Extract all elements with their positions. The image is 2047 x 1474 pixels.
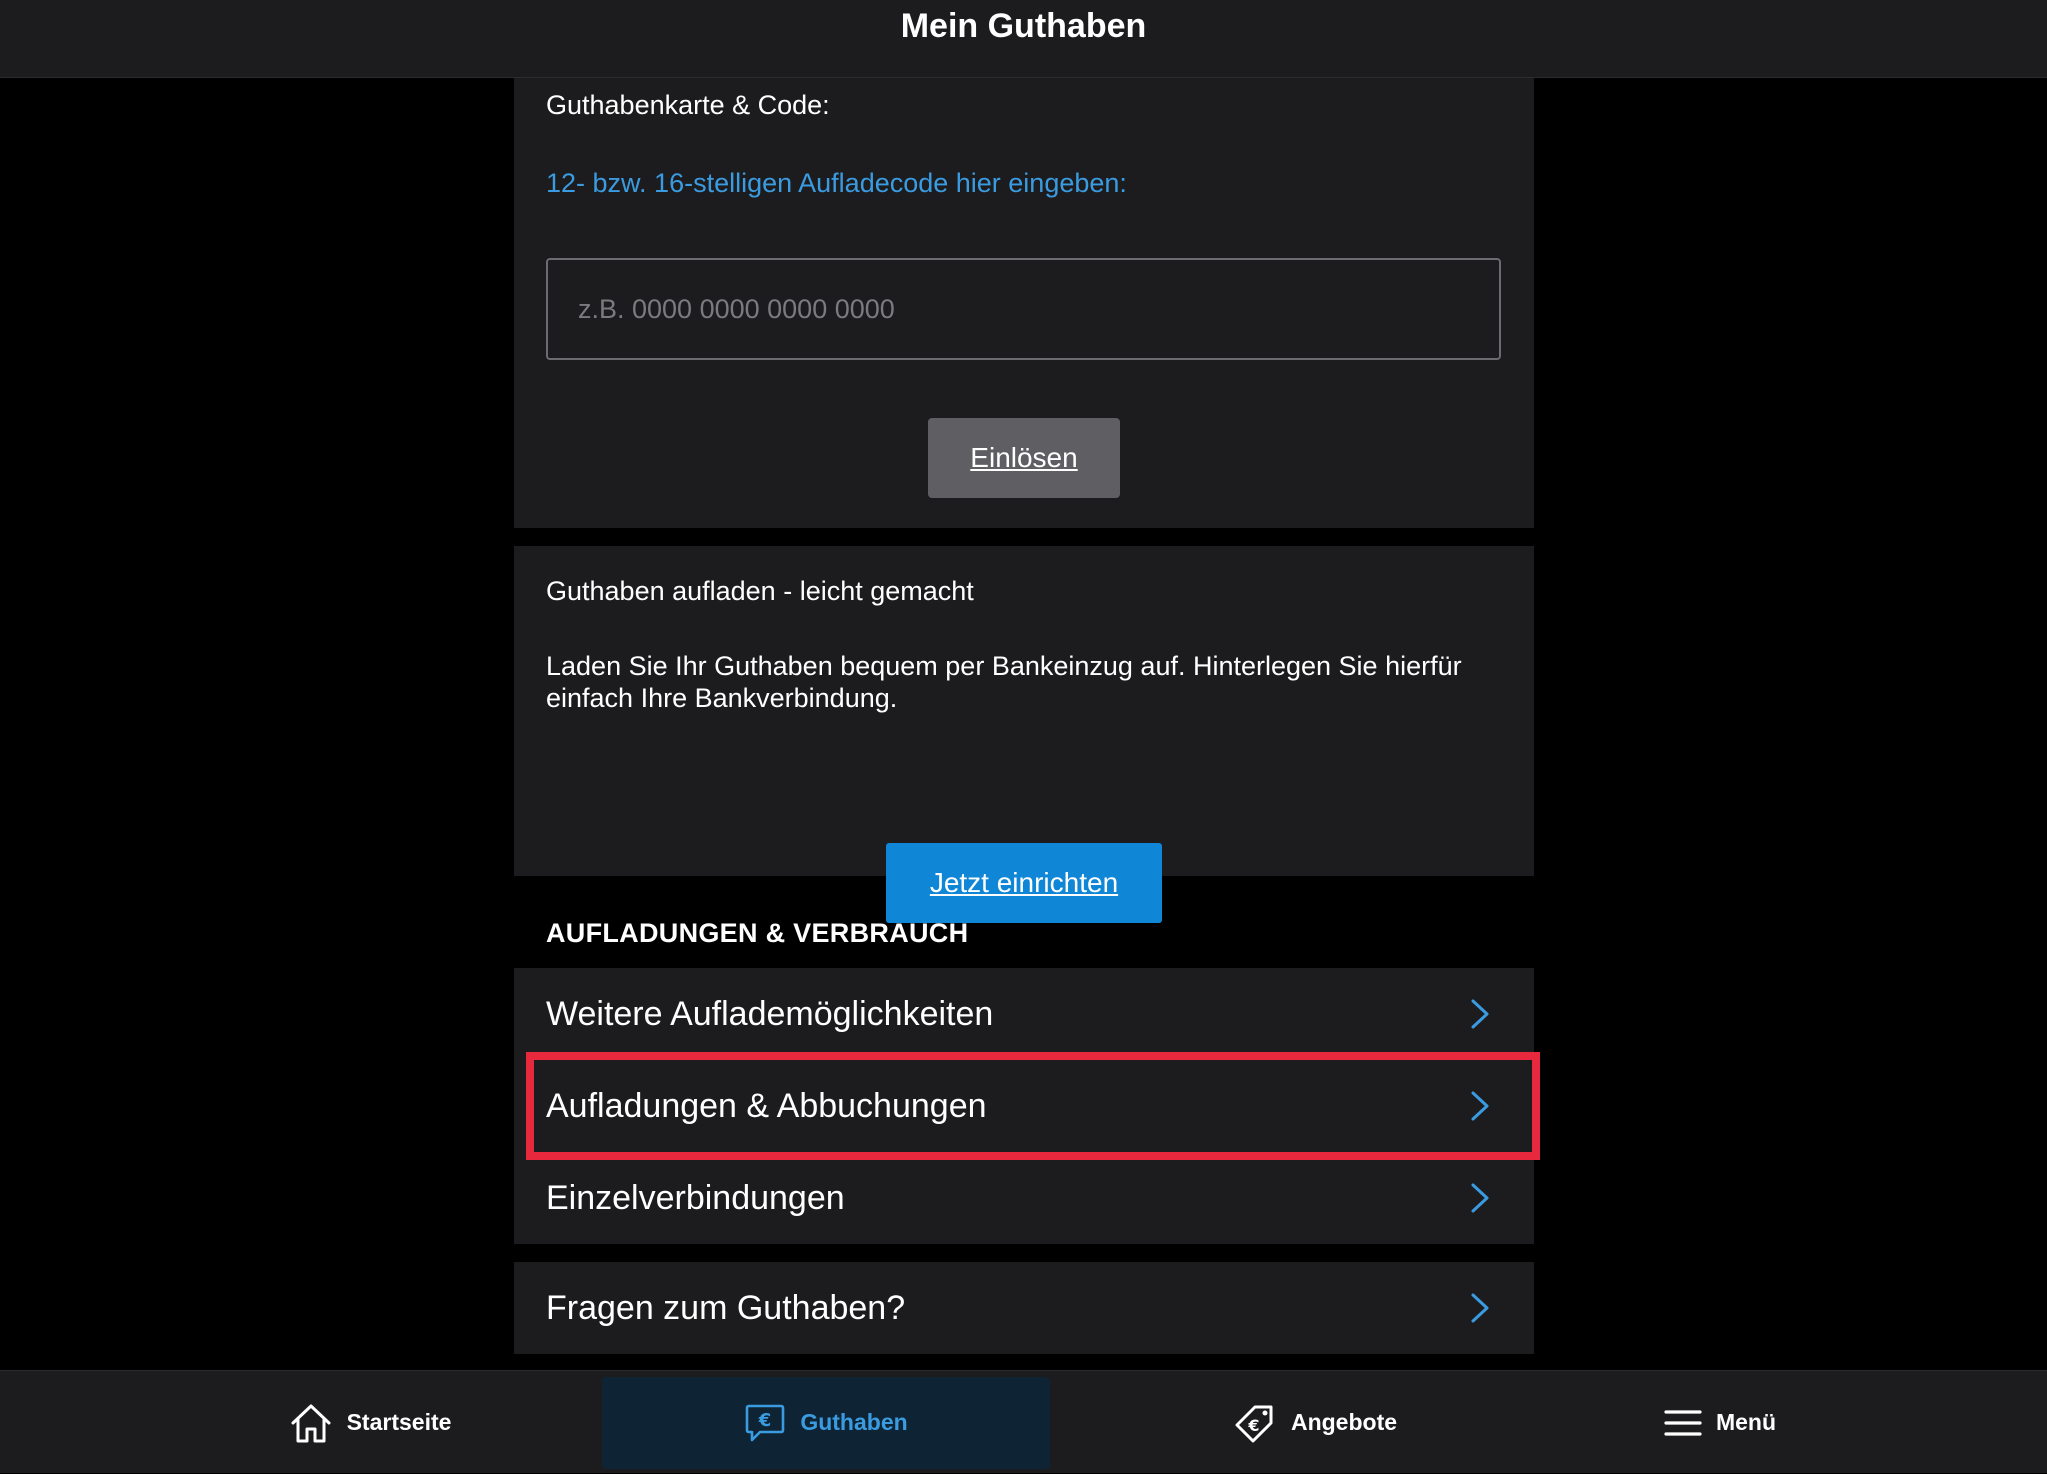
tab-label: Angebote [1290,1409,1398,1435]
setup-now-button[interactable]: Jetzt einrichten [886,843,1162,923]
svg-text:€: € [758,1410,772,1431]
list-item-itemized-calls[interactable]: Einzelverbindungen [514,1152,1534,1244]
direct-debit-card: Guthaben aufladen - leicht gemacht Laden… [514,546,1534,923]
list-item-label: Fragen zum Guthaben? [546,1288,906,1327]
tab-label: Startseite [346,1409,452,1435]
list-item-label: Aufladungen & Abbuchungen [546,1086,987,1125]
redeem-button[interactable]: Einlösen [928,418,1120,498]
section-title: AUFLADUNGEN & VERBRAUCH [546,918,969,948]
tab-credit[interactable]: € Guthaben [602,1371,1050,1474]
direct-debit-heading: Guthaben aufladen - leicht gemacht [546,576,974,606]
list-item-topups-and-debits[interactable]: Aufladungen & Abbuchungen [514,1060,1534,1152]
tab-label: Menü [1715,1409,1777,1435]
voucher-code-card: Guthabenkarte & Code: 12- bzw. 16-stelli… [514,78,1534,528]
top-bar: Mein Guthaben [0,0,2047,78]
tab-menu[interactable]: Menü [1590,1371,1850,1474]
voucher-code-input[interactable] [546,258,1501,360]
direct-debit-description: Laden Sie Ihr Guthaben bequem per Bankei… [546,651,1462,713]
euro-tag-icon: € [1235,1405,1273,1442]
chevron-right-icon [1471,999,1489,1029]
hamburger-menu-icon [1664,1409,1702,1436]
tab-label: Guthaben [800,1409,908,1435]
euro-chat-icon: € [746,1404,785,1441]
voucher-code-hint: 12- bzw. 16-stelligen Aufladecode hier e… [546,168,1127,198]
voucher-code-heading: Guthabenkarte & Code: [546,90,830,120]
chevron-right-icon [1471,1091,1489,1121]
list-item-label: Einzelverbindungen [546,1178,845,1217]
bottom-tab-bar: Startseite € Guthaben € Angebote Menü [0,1370,2047,1473]
home-icon [291,1404,331,1442]
list-item-credit-faq[interactable]: Fragen zum Guthaben? [514,1262,1534,1354]
tab-offers[interactable]: € Angebote [1150,1371,1480,1474]
chevron-right-icon [1471,1183,1489,1213]
list-item-more-topup-options[interactable]: Weitere Auflademöglichkeiten [514,968,1534,1060]
chevron-right-icon [1471,1293,1489,1323]
list-item-label: Weitere Auflademöglichkeiten [546,994,994,1033]
tab-home[interactable]: Startseite [220,1371,520,1474]
svg-text:€: € [1247,1416,1259,1435]
page-title: Mein Guthaben [900,7,1147,45]
